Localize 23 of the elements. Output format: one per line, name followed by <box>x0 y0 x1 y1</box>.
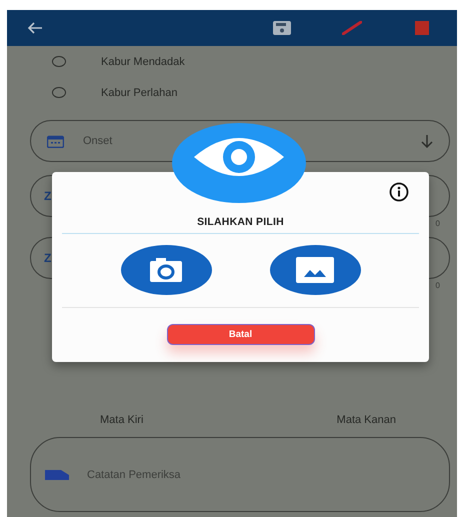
back-arrow-icon[interactable] <box>27 22 43 34</box>
radio-button[interactable] <box>52 56 66 67</box>
eye-label: Mata Kiri <box>100 414 144 426</box>
notes-field[interactable]: Catatan Pemeriksa <box>30 437 450 512</box>
dialog-title: SILAHKAN PILIH <box>197 216 284 228</box>
cancel-button[interactable]: Batal <box>166 324 314 345</box>
radio-label: Kabur Perlahan <box>101 86 178 98</box>
radio-label: Kabur Mendadak <box>101 56 185 68</box>
notes-input[interactable]: Catatan Pemeriksa <box>85 468 449 482</box>
camera-icon <box>150 258 182 282</box>
document-icon <box>45 470 69 480</box>
character-counter: 0 <box>436 219 440 230</box>
field-text: Z <box>44 251 52 265</box>
field-text: Z <box>44 189 52 203</box>
calendar-icon <box>47 134 64 148</box>
radio-button[interactable] <box>52 87 66 98</box>
image-icon <box>296 257 334 283</box>
eye-label: Mata Kanan <box>336 414 396 426</box>
down-arrow-icon[interactable] <box>421 134 433 148</box>
field-label: Onset <box>83 135 112 147</box>
save-icon[interactable] <box>273 21 291 35</box>
info-icon[interactable] <box>389 182 409 202</box>
character-counter: 0 <box>436 281 440 292</box>
